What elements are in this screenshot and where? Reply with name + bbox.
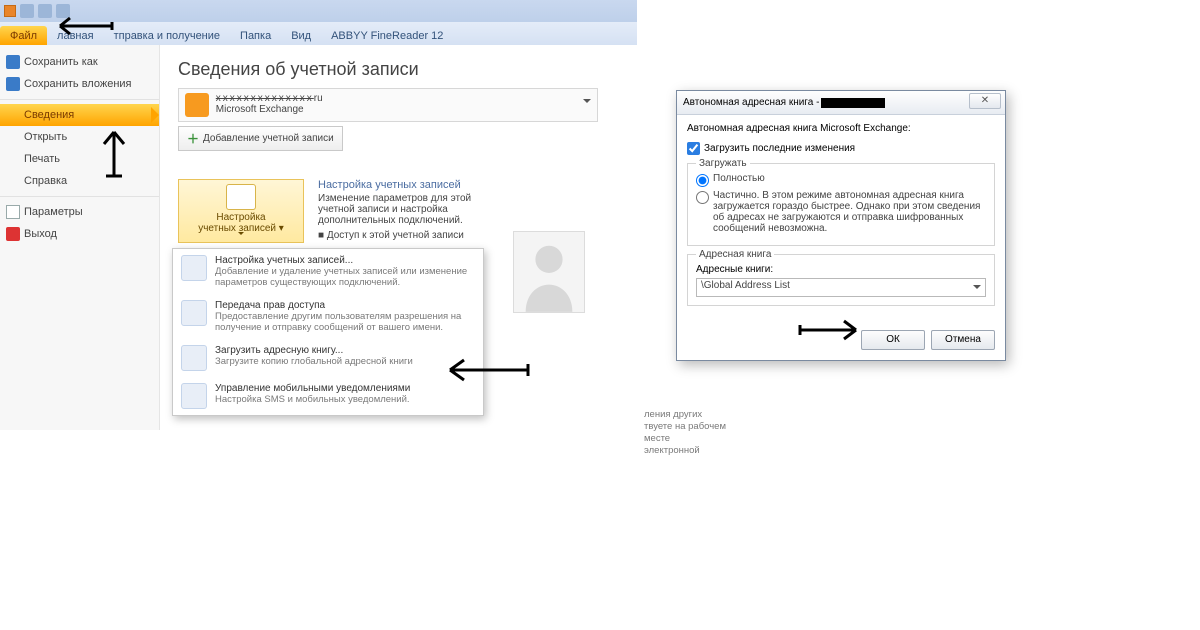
nav-save-attachments[interactable]: Сохранить вложения	[0, 73, 159, 95]
address-books-label: Адресные книги:	[696, 264, 986, 275]
annotation-arrow-info-nav	[94, 122, 134, 182]
nav-info[interactable]: Сведения	[0, 104, 159, 126]
radio-full-label: Полностью	[713, 173, 986, 184]
load-fieldset: Загружать Полностью Частично. В этом реж…	[687, 163, 995, 246]
annotation-arrow-download-book	[436, 354, 536, 388]
outlook-brand-icon	[4, 5, 16, 17]
chevron-down-icon	[238, 232, 244, 238]
mobile-icon	[181, 383, 207, 409]
chevron-down-icon	[583, 99, 591, 107]
account-selector[interactable]: xxxxxxxxxxxxxxru Microsoft Exchange	[178, 88, 598, 122]
backstage-nav: Сохранить как Сохранить вложения Сведени…	[0, 45, 160, 430]
menu-item-delegate-access[interactable]: Передача прав доступаПредоставление друг…	[173, 294, 483, 339]
obscured-text: ления других твуете на рабочем месте эле…	[644, 409, 794, 457]
radio-partial-label: Частично. В этом режиме автономная адрес…	[713, 190, 986, 234]
user-avatar-placeholder	[513, 231, 585, 313]
download-changes-input[interactable]	[687, 142, 700, 155]
nav-separator	[0, 99, 159, 100]
download-changes-label: Загрузить последние изменения	[704, 143, 855, 154]
account-service: Microsoft Exchange	[216, 104, 304, 115]
save-icon[interactable]	[20, 4, 34, 18]
tab-view[interactable]: Вид	[281, 26, 321, 45]
tab-sendreceive[interactable]: тправка и получение	[104, 26, 230, 45]
radio-partial-row[interactable]: Частично. В этом режиме автономная адрес…	[696, 190, 986, 234]
address-book-icon	[181, 345, 207, 371]
account-settings-description: Настройка учетных записей Изменение пара…	[318, 179, 471, 243]
account-icon	[185, 93, 209, 117]
add-account-button[interactable]: ＋ Добавление учетной записи	[178, 126, 343, 151]
account-text: xxxxxxxxxxxxxxru Microsoft Exchange	[216, 93, 323, 115]
save-as-icon	[6, 55, 20, 69]
tab-abbyy[interactable]: ABBYY FineReader 12	[321, 26, 453, 45]
account-settings-icon	[226, 184, 256, 210]
close-button[interactable]: ✕	[969, 93, 1001, 109]
plus-icon: ＋	[187, 130, 199, 147]
dialog-title-bar: Автономная адресная книга - ✕	[677, 91, 1005, 115]
save-attach-icon	[6, 77, 20, 91]
download-changes-checkbox[interactable]: Загрузить последние изменения	[687, 142, 995, 155]
account-settings-menu: Настройка учетных записей...Добавление и…	[172, 248, 484, 416]
outlook-backstage-window: Файл лавная тправка и получение Папка Ви…	[0, 0, 637, 430]
chevron-down-icon	[973, 285, 981, 293]
radio-full-row[interactable]: Полностью	[696, 173, 986, 187]
menu-item-account-settings[interactable]: Настройка учетных записей...Добавление и…	[173, 249, 483, 294]
tab-folder[interactable]: Папка	[230, 26, 281, 45]
nav-exit[interactable]: Выход	[0, 223, 159, 245]
annotation-arrow-file-tab	[40, 14, 120, 44]
cancel-button[interactable]: Отмена	[931, 330, 995, 350]
page-title: Сведения об учетной записи	[178, 59, 619, 80]
nav-options[interactable]: Параметры	[0, 201, 159, 223]
nav-open[interactable]: Открыть	[0, 126, 159, 148]
options-icon	[6, 205, 20, 219]
nav-help[interactable]: Справка	[0, 170, 159, 192]
nav-save-as[interactable]: Сохранить как	[0, 51, 159, 73]
account-email-redacted: xxxxxxxxxxxxxx	[216, 93, 314, 104]
address-books-combo[interactable]: \Global Address List	[696, 278, 986, 297]
nav-separator	[0, 196, 159, 197]
delegate-icon	[181, 300, 207, 326]
address-books-value: \Global Address List	[701, 280, 790, 291]
radio-partial[interactable]	[696, 191, 709, 204]
nav-print[interactable]: Печать	[0, 148, 159, 170]
dialog-subtitle: Автономная адресная книга Microsoft Exch…	[687, 123, 995, 134]
radio-full[interactable]	[696, 174, 709, 187]
account-settings-button[interactable]: Настройка учетных записей ▾	[178, 179, 304, 243]
address-book-legend: Адресная книга	[696, 249, 774, 260]
load-legend: Загружать	[696, 158, 750, 169]
redacted-text	[821, 98, 885, 108]
annotation-arrow-ok-button	[794, 316, 872, 346]
accounts-icon	[181, 255, 207, 281]
add-account-label: Добавление учетной записи	[203, 133, 334, 144]
account-settings-label1: Настройка	[179, 212, 303, 223]
dialog-title-text: Автономная адресная книга -	[683, 97, 819, 108]
address-book-fieldset: Адресная книга Адресные книги: \Global A…	[687, 254, 995, 306]
exit-icon	[6, 227, 20, 241]
